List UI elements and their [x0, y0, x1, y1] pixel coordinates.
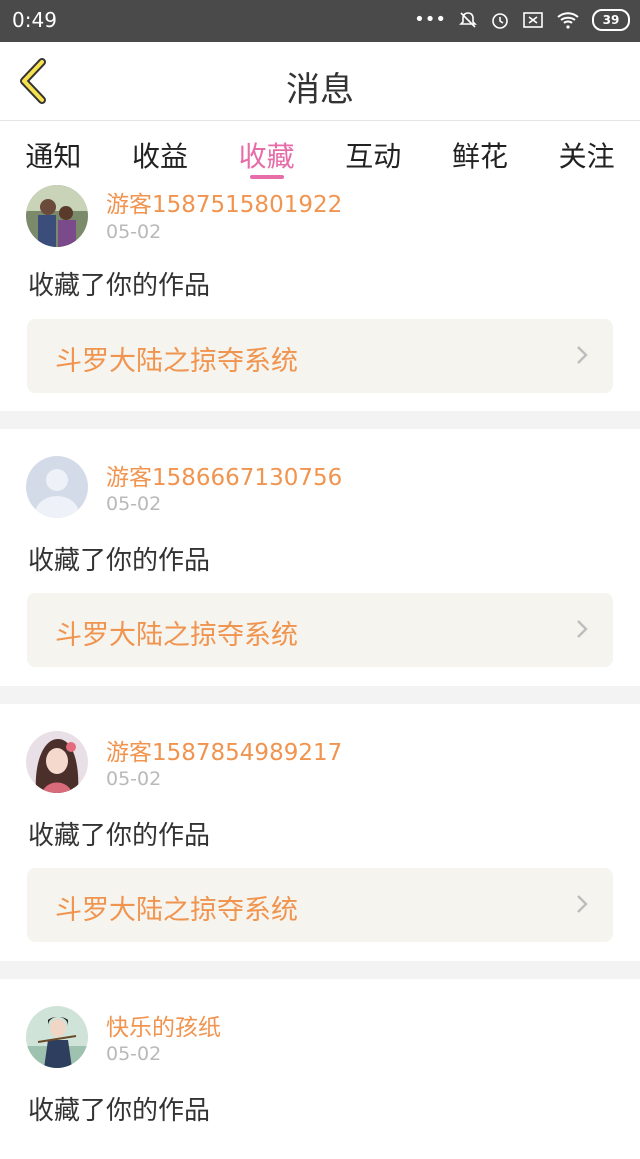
- tab-label: 关注: [558, 140, 615, 173]
- username[interactable]: 游客1587854989217: [106, 733, 342, 767]
- tab-label: 通知: [25, 140, 82, 173]
- tab-active-indicator: [249, 175, 284, 179]
- more-dots-icon: •••: [414, 9, 446, 30]
- status-icons: ••• 39: [414, 9, 630, 31]
- tab-bar: 通知 收益 收藏 互动 鲜花 关注: [0, 121, 640, 181]
- message-text: 收藏了你的作品: [28, 821, 211, 851]
- message-text: 收藏了你的作品: [28, 546, 211, 576]
- avatar[interactable]: [26, 185, 88, 247]
- username[interactable]: 游客1586667130756: [106, 458, 342, 492]
- work-link[interactable]: 斗罗大陆之掠夺系统: [27, 868, 613, 942]
- avatar[interactable]: [26, 456, 88, 518]
- divider: [0, 686, 640, 704]
- work-link[interactable]: 斗罗大陆之掠夺系统: [27, 593, 613, 667]
- tab-interaction[interactable]: 互动: [333, 121, 413, 175]
- message-date: 05-02: [106, 1043, 162, 1065]
- message-date: 05-02: [106, 768, 162, 790]
- username[interactable]: 快乐的孩纸: [106, 1008, 221, 1042]
- bell-off-icon: [459, 12, 477, 28]
- message-item: 游客1587854989217 05-02 收藏了你的作品 斗罗大陆之掠夺系统: [0, 704, 640, 961]
- chevron-right-icon: [577, 620, 588, 638]
- tab-label: 互动: [345, 140, 402, 173]
- message-item: 游客1587515801922 05-02 收藏了你的作品 斗罗大陆之掠夺系统: [0, 181, 640, 411]
- message-text: 收藏了你的作品: [28, 1096, 211, 1126]
- avatar[interactable]: [26, 1006, 88, 1068]
- sim-x-icon: [523, 12, 543, 28]
- divider: [0, 961, 640, 979]
- tab-notice[interactable]: 通知: [13, 121, 93, 175]
- tab-label: 鲜花: [451, 140, 508, 173]
- tab-follow[interactable]: 关注: [547, 121, 627, 175]
- battery-indicator: 39: [592, 9, 630, 31]
- message-item: 游客1586667130756 05-02 收藏了你的作品 斗罗大陆之掠夺系统: [0, 429, 640, 686]
- tab-label: 收藏: [238, 140, 295, 173]
- alarm-icon: [492, 13, 508, 29]
- divider: [0, 411, 640, 429]
- tab-earnings[interactable]: 收益: [120, 121, 200, 175]
- message-list: 游客1587515801922 05-02 收藏了你的作品 斗罗大陆之掠夺系统 …: [0, 181, 640, 1159]
- work-title: 斗罗大陆之掠夺系统: [55, 620, 298, 651]
- tab-label: 收益: [131, 140, 188, 173]
- message-text: 收藏了你的作品: [28, 271, 211, 301]
- work-title: 斗罗大陆之掠夺系统: [55, 346, 298, 377]
- chevron-right-icon: [577, 895, 588, 913]
- message-date: 05-02: [106, 493, 162, 515]
- page-title: 消息: [286, 70, 354, 110]
- avatar[interactable]: [26, 731, 88, 793]
- header: 消息: [0, 42, 640, 121]
- message-date: 05-02: [106, 221, 162, 243]
- message-item: 快乐的孩纸 05-02 收藏了你的作品: [0, 979, 640, 1159]
- tab-flowers[interactable]: 鲜花: [440, 121, 520, 175]
- tab-favorites[interactable]: 收藏: [227, 121, 307, 179]
- chevron-right-icon: [577, 346, 588, 364]
- work-title: 斗罗大陆之掠夺系统: [55, 895, 298, 926]
- username[interactable]: 游客1587515801922: [106, 185, 342, 219]
- status-bar: 0:49 ••• 39: [0, 0, 640, 42]
- status-time: 0:49: [12, 8, 57, 32]
- wifi-icon: [557, 12, 579, 29]
- work-link[interactable]: 斗罗大陆之掠夺系统: [27, 319, 613, 393]
